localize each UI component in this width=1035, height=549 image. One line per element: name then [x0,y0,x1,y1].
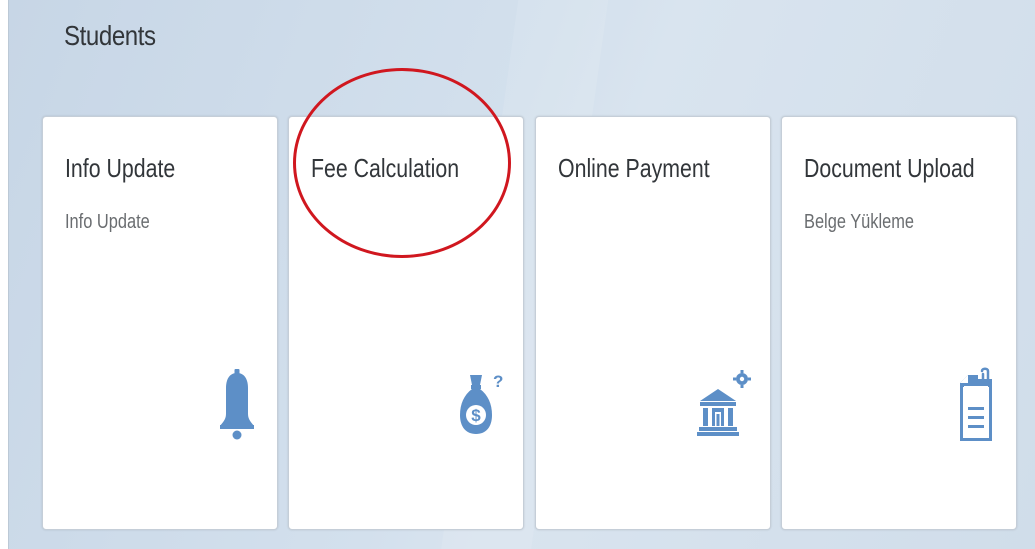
tile-fee-calculation[interactable]: Fee Calculation $ ? [288,116,524,530]
tile-title: Document Upload [804,153,975,183]
tile-info-update[interactable]: Info Update Info Update [42,116,278,530]
launchpad-page: Students Info Update Info Update Fee Cal… [0,0,1035,549]
tile-document-upload[interactable]: Document Upload Belge Yükleme [781,116,1017,530]
tile-title: Online Payment [558,153,710,183]
tile-title: Fee Calculation [311,153,460,183]
svg-text:$: $ [471,406,481,425]
money-bag-question-icon: $ ? [460,372,503,434]
tile-online-payment[interactable]: Online Payment [535,116,771,530]
svg-text:?: ? [493,372,503,391]
tile-subtitle: Info Update [65,211,150,233]
group-title: Students [64,20,156,51]
tile-subtitle: Belge Yükleme [804,211,915,233]
bell-icon [220,369,254,440]
document-attachment-icon [960,367,992,441]
bank-settings-icon [697,370,751,436]
tile-title: Info Update [65,153,176,183]
